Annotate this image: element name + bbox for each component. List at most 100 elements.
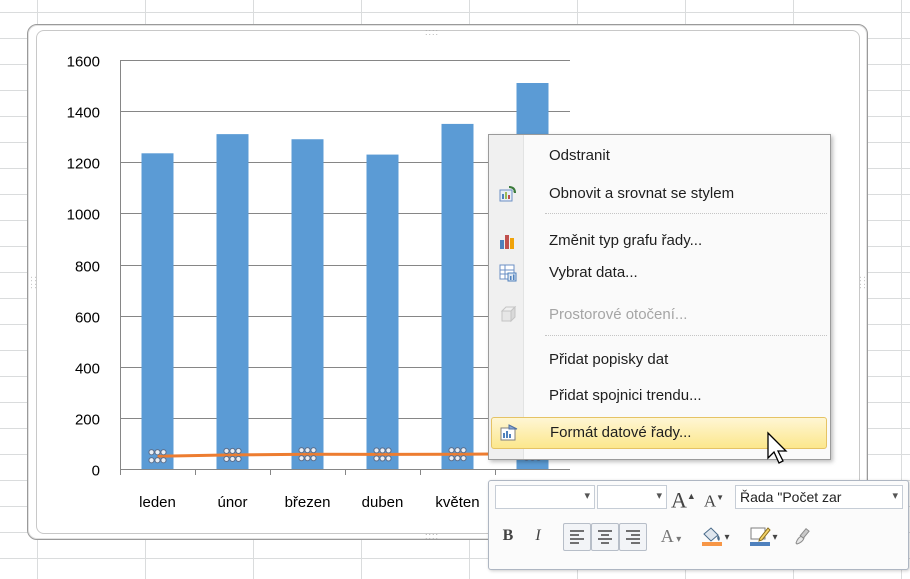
series-point-selection-handle	[310, 447, 317, 454]
series-point-selection-handle	[304, 447, 311, 454]
menu-separator	[545, 335, 827, 336]
shrink-font-button[interactable]: A▼	[703, 485, 725, 511]
menu-item-label: Přidat popisky dat	[549, 351, 669, 368]
chart-element-selector[interactable]: Řada "Počet zar ▾	[735, 485, 903, 509]
y-tick-label: 800	[75, 259, 100, 276]
menu-item-3d-rotation: Prostorové otočení...	[491, 300, 827, 330]
align-right-icon	[626, 530, 640, 544]
series-point-selection-handle	[160, 457, 167, 464]
series-point-selection-handle	[229, 455, 236, 463]
series-point-selection-handle	[454, 455, 461, 462]
x-category-label: březen	[285, 494, 331, 511]
shape-outline-button[interactable]: ▾	[743, 523, 783, 549]
y-tick-label: 1200	[67, 156, 100, 173]
series-point-selection-handle	[454, 447, 461, 454]
font-name-combo[interactable]: ▾	[495, 485, 595, 509]
x-category-label: květen	[435, 494, 479, 511]
italic-icon: I	[535, 527, 541, 544]
series-point-selection-handle	[373, 447, 380, 454]
menu-item-label: Změnit typ grafu řady...	[549, 232, 703, 249]
bold-icon: B	[502, 527, 514, 544]
series-point-selection-handle	[379, 447, 386, 454]
series-point-selection-handle	[235, 447, 242, 455]
reset-style-icon	[499, 186, 516, 202]
line-series	[157, 452, 533, 458]
x-category-label: duben	[362, 494, 404, 511]
y-tick-label: 400	[75, 361, 100, 378]
dropdown-arrow-icon: ▾	[890, 489, 898, 502]
format-series-icon	[500, 424, 518, 441]
italic-button[interactable]: I	[527, 523, 549, 549]
menu-item-add-data-labels[interactable]: Přidat popisky dat	[491, 345, 827, 375]
series-point-selection-handle	[460, 447, 467, 454]
series-point-selection-handle	[298, 455, 305, 462]
shape-fill-button[interactable]: ▾	[695, 523, 735, 549]
bar	[441, 123, 474, 469]
menu-item-select-data[interactable]: Vybrat data...	[491, 258, 827, 288]
chart-type-icon	[500, 235, 514, 249]
series-point-selection-handle	[298, 447, 305, 454]
series-point-selection-handle	[154, 449, 161, 456]
series-point-selection-handle	[229, 447, 236, 455]
align-left-button[interactable]	[563, 523, 591, 551]
menu-item-add-trendline[interactable]: Přidat spojnici trendu...	[491, 381, 827, 411]
pen-outline-icon	[750, 527, 772, 546]
context-menu: Odstranit Obnovit a srovnat se stylem Zm…	[488, 134, 831, 460]
font-color-button[interactable]: A ▾	[655, 523, 687, 549]
rotation-3d-icon	[500, 306, 517, 323]
series-point-selection-handle	[160, 449, 167, 456]
menu-item-label: Vybrat data...	[549, 264, 638, 281]
menu-item-label: Formát datové řady...	[550, 424, 692, 441]
bar	[291, 139, 324, 469]
align-center-button[interactable]	[591, 523, 619, 551]
y-tick-label: 200	[75, 412, 100, 429]
mini-toolbar: ▾ ▾ A▲ A▼ Řada "Počet zar ▾ B I A ▾ ▾ ▾	[488, 480, 909, 570]
select-data-icon	[499, 264, 517, 282]
mouse-pointer-icon	[767, 431, 788, 464]
series-point-selection-handle	[385, 455, 392, 462]
series-point-selection-handle	[385, 447, 392, 454]
format-painter-button[interactable]	[789, 523, 817, 549]
x-category-label: leden	[139, 494, 176, 511]
y-tick-label: 0	[92, 463, 100, 480]
font-size-combo[interactable]: ▾	[597, 485, 667, 509]
series-point-selection-handle	[448, 447, 455, 454]
series-point-selection-handle	[154, 457, 161, 464]
chart-element-value: Řada "Počet zar	[740, 489, 842, 505]
dropdown-arrow-icon: ▾	[656, 490, 662, 502]
series-point-selection-handle	[223, 447, 230, 455]
y-tick-label: 1600	[67, 54, 100, 71]
series-point-selection-handle	[448, 455, 455, 462]
series-point-selection-handle	[304, 455, 311, 462]
menu-item-reset-to-match-style[interactable]: Obnovit a srovnat se stylem	[491, 179, 827, 209]
menu-item-label: Odstranit	[549, 147, 610, 164]
x-category-label: únor	[217, 494, 247, 511]
series-point-selection-handle	[373, 455, 380, 462]
bold-button[interactable]: B	[497, 523, 519, 549]
menu-item-label: Obnovit a srovnat se stylem	[549, 185, 735, 202]
series-point-selection-handle	[379, 455, 386, 462]
grow-font-button[interactable]: A▲	[671, 483, 696, 512]
series-point-selection-handle	[460, 455, 467, 462]
menu-item-delete[interactable]: Odstranit	[491, 141, 827, 171]
menu-item-change-series-chart-type[interactable]: Změnit typ grafu řady...	[491, 226, 827, 256]
y-tick-label: 600	[75, 310, 100, 327]
paint-bucket-icon	[702, 527, 723, 546]
series-point-selection-handle	[148, 449, 155, 456]
bar	[141, 153, 174, 469]
shrink-font-icon: A	[703, 491, 717, 511]
series-point-selection-handle	[223, 455, 230, 463]
series-point-selection-handle	[235, 455, 242, 463]
align-right-button[interactable]	[619, 523, 647, 551]
series-point-selection-handle	[310, 455, 317, 462]
align-center-icon	[598, 530, 612, 544]
series-point-selection-handle	[148, 457, 155, 464]
menu-item-label: Přidat spojnici trendu...	[549, 387, 702, 404]
y-tick-label: 1400	[67, 105, 100, 122]
font-color-icon: A	[660, 526, 674, 546]
align-left-icon	[570, 530, 584, 544]
y-tick-label: 1000	[67, 207, 100, 224]
dropdown-arrow-icon: ▾	[584, 490, 590, 502]
menu-separator	[545, 213, 827, 214]
bar	[366, 154, 399, 470]
